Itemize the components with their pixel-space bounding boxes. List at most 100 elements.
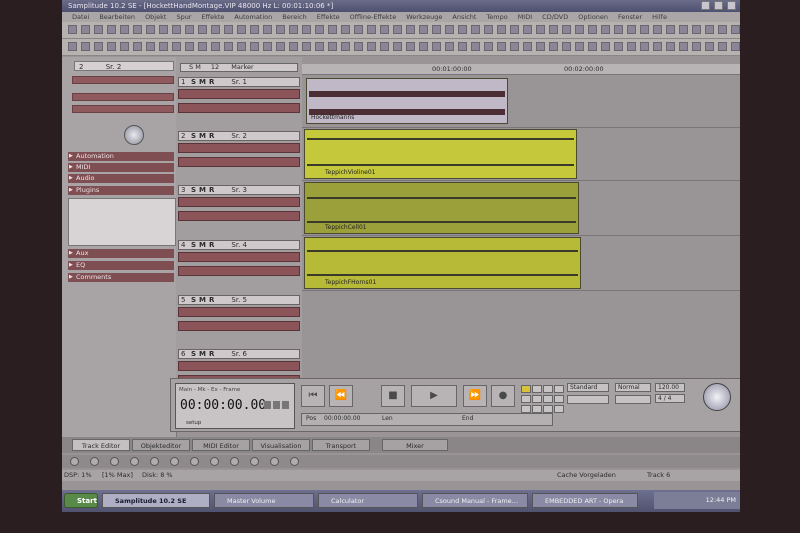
menu-item[interactable]: Bearbeiten	[99, 13, 135, 21]
menu-item[interactable]: Effekte	[317, 13, 340, 21]
volume-slot[interactable]	[178, 211, 300, 221]
toolbar-button-icon[interactable]	[159, 42, 168, 51]
audio-clip[interactable]: TeppichVioline01	[304, 129, 577, 179]
meter-field[interactable]: 4 / 4	[655, 394, 685, 403]
minimize-button[interactable]	[700, 1, 710, 10]
toolbar-button-icon[interactable]	[445, 25, 454, 34]
section-eq[interactable]: EQ	[68, 261, 174, 270]
toolbar-button-icon[interactable]	[250, 25, 259, 34]
toolbar-button-icon[interactable]	[627, 25, 636, 34]
toolbar-button-icon[interactable]	[328, 42, 337, 51]
toolbar-button-icon[interactable]	[328, 25, 337, 34]
toolbar-button-icon[interactable]	[562, 42, 571, 51]
toolbar-button-icon[interactable]	[679, 42, 688, 51]
toolbar-button-icon[interactable]	[120, 42, 129, 51]
section-plugins[interactable]: Plugins	[68, 186, 174, 195]
transport-option-button[interactable]	[554, 395, 564, 403]
section-midi[interactable]: MIDI	[68, 163, 174, 172]
toolbar-button-icon[interactable]	[588, 25, 597, 34]
track-header[interactable]: 4 SMR Sr. 4	[178, 240, 300, 294]
play-button[interactable]: ▶	[411, 385, 457, 407]
transport-option-button[interactable]	[521, 395, 531, 403]
fx-slot[interactable]	[178, 89, 300, 99]
timecode-display[interactable]: Main - Mk - Ex - Frame 00:00:00.00 setup	[175, 383, 295, 429]
toolbar-button-icon[interactable]	[419, 42, 428, 51]
toolbar-button-icon[interactable]	[393, 42, 402, 51]
toolbar-button-icon[interactable]	[120, 25, 129, 34]
inspector-output-row[interactable]	[72, 105, 174, 113]
toolbar-button-icon[interactable]	[653, 42, 662, 51]
close-button[interactable]	[727, 1, 736, 10]
tempo-field[interactable]: 120.00	[655, 383, 685, 392]
section-aux[interactable]: Aux	[68, 249, 174, 258]
arrangement-area[interactable]: Hockettmanns TeppichVioline01 TeppichCel…	[302, 75, 740, 375]
track-header[interactable]: 3 SMR Sr. 3	[178, 185, 300, 239]
toolbar-button-icon[interactable]	[432, 25, 441, 34]
track-title-bar[interactable]: 6 SMR Sr. 6	[178, 349, 300, 359]
menu-item[interactable]: Offline-Effekte	[350, 13, 397, 21]
menu-item[interactable]: Automation	[234, 13, 272, 21]
toolbar-button-icon[interactable]	[536, 25, 545, 34]
taskbar-opera[interactable]: EMBEDDED ART - Opera	[532, 493, 638, 508]
rewind-button[interactable]: ⏪	[329, 385, 353, 407]
transport-option-button[interactable]	[532, 405, 542, 413]
toolbar-button-icon[interactable]	[653, 25, 662, 34]
toolbar-button-icon[interactable]	[601, 25, 610, 34]
tool-icon[interactable]	[190, 457, 199, 466]
toolbar-button-icon[interactable]	[575, 42, 584, 51]
timecode-button[interactable]	[282, 401, 289, 409]
toolbar-button-icon[interactable]	[159, 25, 168, 34]
start-button[interactable]: Start	[64, 493, 98, 508]
toolbar-button-icon[interactable]	[692, 42, 701, 51]
tool-icon[interactable]	[290, 457, 299, 466]
toolbar-button-icon[interactable]	[224, 42, 233, 51]
toolbar-button-icon[interactable]	[705, 42, 714, 51]
fx-slot[interactable]	[178, 307, 300, 317]
toolbar-button-icon[interactable]	[315, 25, 324, 34]
tool-icon[interactable]	[170, 457, 179, 466]
plugins-list[interactable]	[68, 198, 176, 246]
toolbar-button-icon[interactable]	[575, 25, 584, 34]
toolbar-button-icon[interactable]	[666, 25, 675, 34]
toolbar-button-icon[interactable]	[367, 25, 376, 34]
audio-clip[interactable]: Hockettmanns	[306, 78, 508, 124]
toolbar-button-icon[interactable]	[484, 25, 493, 34]
tool-icon[interactable]	[210, 457, 219, 466]
toolbar-button-icon[interactable]	[354, 42, 363, 51]
toolbar-button-icon[interactable]	[406, 42, 415, 51]
fx-slot[interactable]	[178, 361, 300, 371]
inspector-input-row[interactable]	[72, 93, 174, 101]
toolbar-button-icon[interactable]	[380, 42, 389, 51]
solo-mute-record-buttons[interactable]: SMR	[191, 132, 217, 140]
transport-option-button[interactable]	[554, 405, 564, 413]
taskbar-master-volume[interactable]: Master Volume	[214, 493, 314, 508]
toolbar-button-icon[interactable]	[718, 25, 727, 34]
toolbar-button-icon[interactable]	[276, 25, 285, 34]
volume-slot[interactable]	[178, 103, 300, 113]
toolbar-button-icon[interactable]	[601, 42, 610, 51]
fx-slot[interactable]	[178, 143, 300, 153]
transport-option-button[interactable]	[521, 405, 531, 413]
menu-item[interactable]: Datei	[72, 13, 89, 21]
toolbar-button-icon[interactable]	[731, 42, 740, 51]
toolbar-button-icon[interactable]	[133, 25, 142, 34]
toolbar-button-icon[interactable]	[237, 25, 246, 34]
tab-mixer[interactable]: Mixer	[382, 439, 448, 451]
menu-item[interactable]: Tempo	[486, 13, 507, 21]
section-automation[interactable]: Automation	[68, 152, 174, 161]
menu-item[interactable]: Hilfe	[652, 13, 667, 21]
toolbar-button-icon[interactable]	[185, 25, 194, 34]
record-button[interactable]: ●	[491, 385, 515, 407]
transport-option-button[interactable]	[532, 395, 542, 403]
menu-item[interactable]: Effekte	[201, 13, 224, 21]
toolbar-button-icon[interactable]	[731, 25, 740, 34]
toolbar-button-icon[interactable]	[185, 42, 194, 51]
toolbar-button-icon[interactable]	[640, 42, 649, 51]
toolbar-button-icon[interactable]	[211, 42, 220, 51]
tool-icon[interactable]	[250, 457, 259, 466]
toolbar-button-icon[interactable]	[562, 25, 571, 34]
toolbar-button-icon[interactable]	[419, 25, 428, 34]
menu-item[interactable]: Werkzeuge	[406, 13, 442, 21]
taskbar-calculator[interactable]: Calculator	[318, 493, 418, 508]
toolbar-button-icon[interactable]	[640, 25, 649, 34]
